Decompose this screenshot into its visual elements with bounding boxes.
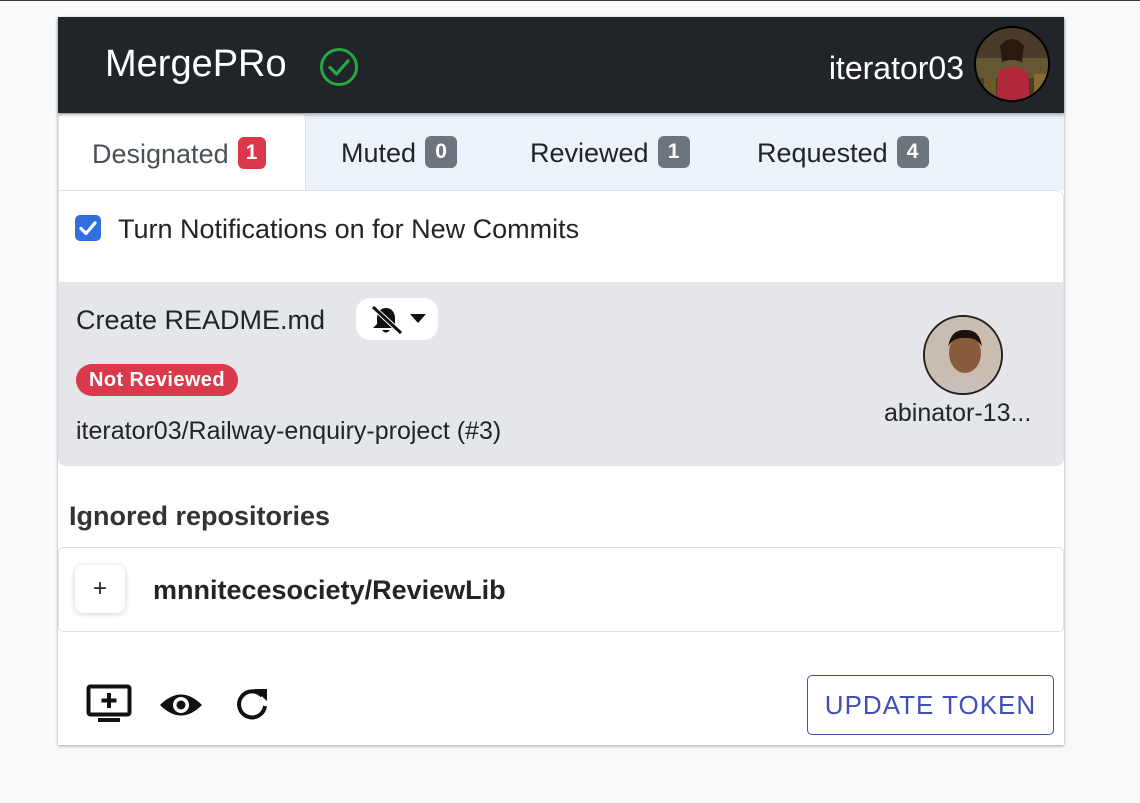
pr-title[interactable]: Create README.md (76, 304, 325, 336)
count-badge: 1 (237, 136, 266, 169)
app-brand: MergePRo (105, 43, 287, 85)
avatar-photo (976, 28, 1048, 100)
refresh-icon[interactable] (234, 686, 270, 722)
window-top-border (0, 0, 1140, 1)
ignored-repos-heading: Ignored repositories (69, 501, 331, 531)
tab-label: Muted (341, 138, 417, 168)
reviewer-avatar[interactable] (923, 315, 1003, 395)
add-to-screen-icon[interactable] (86, 684, 132, 724)
count-badge: 0 (425, 135, 458, 168)
notifications-label: Turn Notifications on for New Commits (118, 214, 580, 244)
unignore-repo-button[interactable]: + (75, 565, 125, 613)
tab-label: Requested (757, 138, 888, 168)
ignored-repo-name: mnnitecesociety/ReviewLib (153, 575, 506, 605)
notifications-checkbox[interactable] (75, 215, 101, 241)
tab-panel-designated: Turn Notifications on for New Commits Cr… (58, 190, 1064, 466)
tab-muted[interactable]: Muted 0 (341, 113, 458, 190)
tab-requested[interactable]: Requested 4 (757, 113, 929, 190)
mute-dropdown-button[interactable] (356, 298, 438, 340)
status-badge: Not Reviewed (76, 364, 238, 396)
eye-icon[interactable] (158, 690, 204, 720)
checkmark-icon (79, 221, 97, 236)
tab-reviewed[interactable]: Reviewed 1 (530, 113, 690, 190)
caret-down-icon (410, 314, 426, 323)
popup-card: MergePRo iterator03 Designated 1 Muted 0 (58, 17, 1064, 745)
app-header: MergePRo iterator03 (58, 17, 1064, 113)
update-token-button[interactable]: UPDATE TOKEN (807, 675, 1054, 735)
reviewer-name: abinator-13... (884, 399, 1032, 427)
check-circle-icon (320, 48, 358, 86)
pr-repo-reference: iterator03/Railway-enquiry-project (#3) (76, 417, 502, 445)
bell-slash-icon (371, 305, 403, 335)
tab-label: Reviewed (530, 138, 649, 168)
tab-bar: Designated 1 Muted 0 Reviewed 1 Requested 4 (58, 113, 1064, 190)
count-badge: 1 (657, 135, 690, 168)
username: iterator03 (828, 50, 964, 86)
tab-designated[interactable]: Designated 1 (58, 113, 306, 190)
ignored-repo-item: + mnnitecesociety/ReviewLib (58, 547, 1064, 632)
avatar-photo (925, 317, 1001, 393)
count-badge: 4 (896, 135, 929, 168)
tab-label: Designated (92, 139, 229, 169)
user-avatar[interactable] (974, 26, 1050, 102)
pull-request-item[interactable]: Create README.md Not Reviewed iterator03… (59, 282, 1063, 465)
